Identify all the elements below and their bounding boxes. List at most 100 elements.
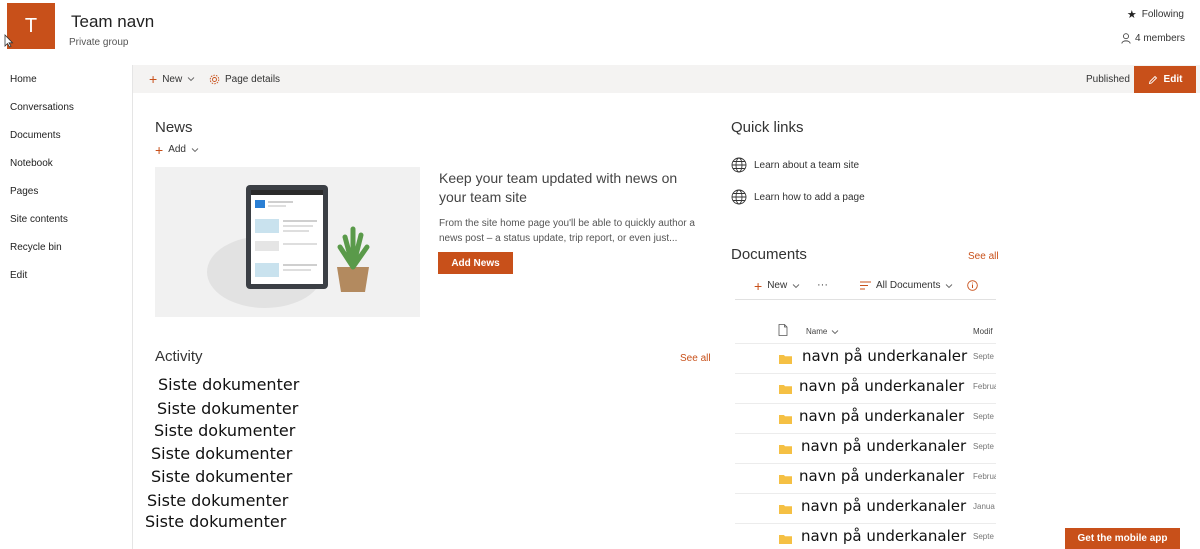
- activity-item[interactable]: Siste dokumenter: [154, 421, 295, 440]
- more-actions-button[interactable]: ···: [817, 279, 828, 291]
- quick-link-label: Learn about a team site: [754, 159, 860, 171]
- activity-item[interactable]: Siste dokumenter: [158, 375, 299, 394]
- document-row[interactable]: navn på underkanaler Septe: [735, 524, 996, 549]
- document-row[interactable]: navn på underkanaler Septe: [735, 404, 996, 434]
- folder-icon: [779, 385, 792, 394]
- nav-item-edit[interactable]: Edit: [10, 270, 27, 281]
- document-row[interactable]: navn på underkanaler Februa: [735, 374, 996, 404]
- document-row[interactable]: navn på underkanaler Februa: [735, 464, 996, 494]
- document-modified: Februa: [973, 382, 996, 391]
- chevron-down-icon: [946, 283, 953, 288]
- document-name: navn på underkanaler: [801, 437, 967, 455]
- modified-column-header[interactable]: Modif: [973, 327, 996, 336]
- nav-item-home[interactable]: Home: [10, 74, 37, 85]
- command-bar: + New Page details Published Edit: [133, 65, 1200, 93]
- star-icon: ★: [1126, 9, 1137, 21]
- quick-link-add-page[interactable]: Learn how to add a page: [731, 188, 865, 206]
- news-empty-heading: Keep your team updated with news on your…: [439, 170, 678, 205]
- activity-item[interactable]: Siste dokumenter: [157, 399, 298, 418]
- info-icon[interactable]: [967, 280, 978, 291]
- view-selector[interactable]: All Documents: [860, 280, 953, 291]
- documents-see-all-link[interactable]: See all: [968, 251, 999, 262]
- plus-icon: +: [149, 71, 158, 87]
- chevron-down-icon: [187, 77, 195, 82]
- gear-icon: [209, 74, 220, 84]
- file-type-icon: [778, 324, 788, 336]
- folder-icon: [779, 415, 792, 424]
- chevron-down-icon: [792, 283, 800, 288]
- nav-item-conversations[interactable]: Conversations: [10, 102, 74, 113]
- edit-label: Edit: [1163, 74, 1183, 85]
- document-row[interactable]: navn på underkanaler Janua: [735, 494, 996, 524]
- folder-icon: [779, 445, 792, 454]
- folder-icon: [779, 355, 792, 364]
- document-name: navn på underkanaler: [801, 497, 967, 515]
- person-icon: [1121, 33, 1131, 44]
- site-header: T Team navn Private group ★ Following 4 …: [0, 0, 1200, 65]
- document-modified: Septe: [973, 532, 994, 541]
- document-modified: Septe: [973, 412, 994, 421]
- left-navigation: Home Conversations Documents Notebook Pa…: [0, 65, 133, 549]
- document-name: navn på underkanaler: [799, 467, 965, 485]
- activity-item[interactable]: Siste dokumenter: [147, 491, 288, 510]
- folder-icon: [779, 505, 792, 514]
- document-modified: Septe: [973, 442, 994, 451]
- publish-status: Published: [1086, 73, 1130, 85]
- members-button[interactable]: 4 members: [1121, 33, 1185, 44]
- nav-item-pages[interactable]: Pages: [10, 186, 38, 197]
- folder-icon: [779, 535, 792, 544]
- documents-title: Documents: [731, 246, 807, 263]
- folder-icon: [779, 475, 792, 484]
- following-button[interactable]: ★ Following: [1127, 8, 1184, 21]
- news-empty-description: From the site home page you'll be able t…: [439, 218, 695, 244]
- site-logo[interactable]: T: [7, 3, 55, 49]
- site-subtitle: Private group: [69, 37, 129, 48]
- document-name: navn på underkanaler: [801, 527, 967, 545]
- activity-title: Activity: [155, 348, 203, 365]
- tablet-plant-illustration: [207, 185, 370, 308]
- document-name: navn på underkanaler: [799, 377, 965, 395]
- name-column-label: Name: [806, 327, 828, 336]
- globe-icon: [731, 189, 747, 205]
- nav-item-documents[interactable]: Documents: [10, 130, 61, 141]
- add-news-button[interactable]: Add News: [438, 252, 513, 274]
- document-row[interactable]: navn på underkanaler Septe: [735, 344, 996, 374]
- mouse-cursor-icon: [4, 34, 14, 48]
- new-label: New: [162, 73, 183, 85]
- documents-new-label: New: [767, 280, 788, 291]
- edit-button[interactable]: Edit: [1134, 66, 1196, 93]
- news-placeholder-illustration: [155, 167, 420, 317]
- news-title: News: [155, 119, 193, 136]
- documents-column-header: Name Modif: [735, 318, 996, 344]
- plus-icon: +: [155, 141, 164, 158]
- documents-toolbar: + New ··· All Documents: [735, 276, 996, 300]
- activity-item[interactable]: Siste dokumenter: [145, 512, 286, 531]
- news-add-label: Add: [168, 144, 186, 155]
- activity-see-all-link[interactable]: See all: [680, 353, 711, 364]
- list-view-icon: [860, 281, 871, 290]
- nav-item-notebook[interactable]: Notebook: [10, 158, 53, 169]
- plus-icon: +: [754, 277, 763, 294]
- quick-link-label: Learn how to add a page: [754, 191, 865, 203]
- site-logo-letter: T: [24, 14, 38, 37]
- pencil-icon: [1148, 75, 1157, 84]
- news-add-button[interactable]: + Add: [155, 141, 199, 158]
- document-name: navn på underkanaler: [802, 347, 968, 365]
- activity-item[interactable]: Siste dokumenter: [151, 444, 292, 463]
- document-modified: Februa: [973, 472, 996, 481]
- documents-new-button[interactable]: + New: [754, 277, 800, 294]
- page-details-button[interactable]: Page details: [209, 65, 280, 93]
- name-column-header[interactable]: Name: [806, 327, 839, 336]
- quick-links-title: Quick links: [731, 119, 804, 136]
- page-details-label: Page details: [225, 73, 281, 85]
- new-menu-button[interactable]: + New: [149, 65, 195, 93]
- document-row[interactable]: navn på underkanaler Septe: [735, 434, 996, 464]
- quick-link-team-site[interactable]: Learn about a team site: [731, 156, 859, 174]
- site-title[interactable]: Team navn: [71, 12, 154, 32]
- nav-item-site-contents[interactable]: Site contents: [10, 214, 68, 225]
- following-label: Following: [1141, 9, 1184, 20]
- get-mobile-app-button[interactable]: Get the mobile app: [1065, 528, 1180, 549]
- document-name: navn på underkanaler: [799, 407, 965, 425]
- activity-item[interactable]: Siste dokumenter: [151, 467, 292, 486]
- nav-item-recycle-bin[interactable]: Recycle bin: [10, 242, 62, 253]
